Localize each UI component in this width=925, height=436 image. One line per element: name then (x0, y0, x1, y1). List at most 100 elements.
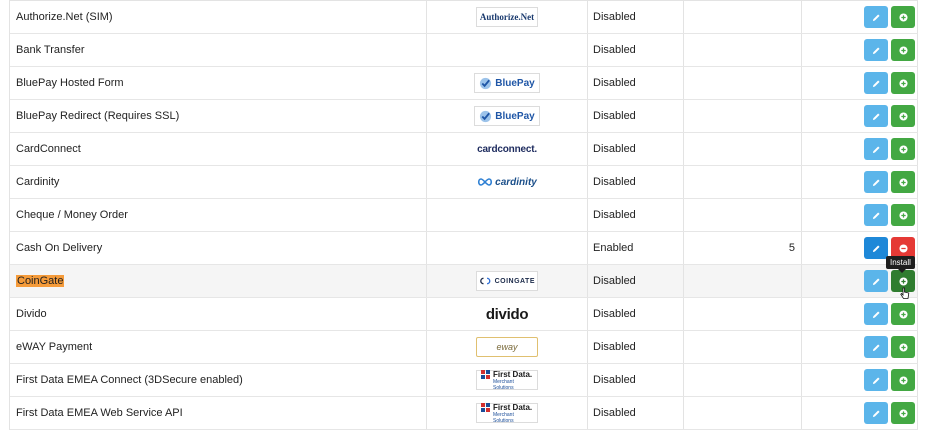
edit-button[interactable] (864, 402, 888, 424)
authorize-net-logo: Authorize.Net (476, 7, 538, 27)
first-data-mark-icon (481, 402, 490, 412)
payment-sort-order (684, 331, 802, 363)
payment-status: Disabled (588, 298, 684, 330)
table-row: Authorize.Net (SIM) Authorize.Net Disabl… (10, 1, 918, 34)
first-data-logo-subtext: Merchant Solutions (493, 411, 514, 424)
cardinity-logo: cardinity (475, 172, 539, 192)
pencil-icon (872, 376, 880, 384)
install-button[interactable] (891, 138, 915, 160)
pencil-icon (872, 112, 880, 120)
plus-circle-icon (898, 276, 908, 286)
payment-status: Disabled (588, 331, 684, 363)
coingate-logo: COINGATE (476, 271, 538, 291)
edit-button[interactable] (864, 138, 888, 160)
install-button[interactable] (891, 402, 915, 424)
install-button[interactable] (891, 204, 915, 226)
plus-circle-icon (898, 12, 908, 22)
cardinity-logo-text: cardinity (495, 176, 537, 188)
edit-button[interactable] (864, 336, 888, 358)
plus-circle-icon (898, 375, 908, 385)
payment-name: eWAY Payment (10, 331, 427, 363)
install-button[interactable] (891, 336, 915, 358)
payment-name: First Data EMEA Web Service API (10, 397, 427, 429)
edit-button[interactable] (864, 72, 888, 94)
payment-logo-cell: COINGATE (427, 265, 588, 297)
payment-status: Disabled (588, 67, 684, 99)
table-row: eWAY Payment eway Disabled (10, 331, 918, 364)
plus-circle-icon (898, 144, 908, 154)
coingate-mark-icon (480, 277, 491, 285)
bluepay-logo: BluePay (474, 73, 540, 93)
table-row: CoinGate COINGATE Disabled (10, 265, 918, 298)
payment-logo-cell: First Data. Merchant Solutions (427, 364, 588, 396)
coingate-logo-text: COINGATE (494, 277, 535, 285)
payment-status: Disabled (588, 364, 684, 396)
payment-sort-order (684, 199, 802, 231)
first-data-logo-text: First Data. (493, 369, 533, 379)
first-data-logo: First Data. Merchant Solutions (476, 402, 538, 424)
edit-button[interactable] (864, 171, 888, 193)
payment-sort-order (684, 364, 802, 396)
actions-cell (802, 166, 918, 198)
payment-name-cell: CoinGate (10, 265, 427, 297)
pencil-icon (872, 244, 880, 252)
actions-cell (802, 199, 918, 231)
edit-button[interactable] (864, 369, 888, 391)
edit-button[interactable] (864, 270, 888, 292)
table-row: Cash On Delivery Enabled 5 (10, 232, 918, 265)
edit-button[interactable] (864, 39, 888, 61)
payment-logo-cell (427, 34, 588, 66)
pencil-icon (872, 145, 880, 153)
pencil-icon (872, 79, 880, 87)
install-tooltip: Install (886, 256, 915, 273)
edit-button[interactable] (864, 303, 888, 325)
payment-status: Disabled (588, 166, 684, 198)
first-data-logo: First Data. Merchant Solutions (476, 369, 538, 391)
payment-name: Cardinity (10, 166, 427, 198)
payment-sort-order (684, 1, 802, 33)
payment-logo-cell: cardinity (427, 166, 588, 198)
edit-button[interactable] (864, 6, 888, 28)
table-row: CardConnect cardconnect. Disabled (10, 133, 918, 166)
payment-sort-order (684, 166, 802, 198)
pencil-icon (872, 211, 880, 219)
bluepay-logo: BluePay (474, 106, 540, 126)
install-button[interactable] (891, 39, 915, 61)
pencil-icon (872, 343, 880, 351)
install-button[interactable] (891, 6, 915, 28)
table-row: Cardinity cardinity Disabled (10, 166, 918, 199)
edit-button[interactable] (864, 105, 888, 127)
install-button[interactable] (891, 171, 915, 193)
payment-sort-order (684, 67, 802, 99)
payment-name: CoinGate (16, 275, 65, 287)
install-button[interactable] (891, 105, 915, 127)
actions-cell (802, 67, 918, 99)
plus-circle-icon (898, 45, 908, 55)
payment-sort-order (684, 265, 802, 297)
edit-button[interactable] (864, 237, 888, 259)
payment-logo-cell (427, 199, 588, 231)
payment-name: BluePay Hosted Form (10, 67, 427, 99)
first-data-logo-text: First Data. (493, 402, 533, 412)
actions-cell (802, 34, 918, 66)
checkmark-icon (480, 110, 492, 122)
table-row: Bank Transfer Disabled (10, 34, 918, 67)
payment-logo-cell: First Data. Merchant Solutions (427, 397, 588, 429)
payment-status: Disabled (588, 1, 684, 33)
first-data-logo-subtext: Merchant Solutions (493, 378, 514, 391)
payment-name: Authorize.Net (SIM) (10, 1, 427, 33)
table-row: BluePay Hosted Form BluePay Disabled (10, 67, 918, 100)
install-button[interactable] (891, 303, 915, 325)
actions-cell (802, 397, 918, 429)
install-button[interactable] (891, 72, 915, 94)
eway-logo: eway (476, 337, 538, 357)
actions-cell (802, 364, 918, 396)
plus-circle-icon (898, 210, 908, 220)
actions-cell (802, 133, 918, 165)
pencil-icon (872, 310, 880, 318)
payment-status: Disabled (588, 397, 684, 429)
payment-status: Disabled (588, 265, 684, 297)
install-button[interactable] (891, 369, 915, 391)
edit-button[interactable] (864, 204, 888, 226)
infinity-icon (478, 178, 493, 186)
